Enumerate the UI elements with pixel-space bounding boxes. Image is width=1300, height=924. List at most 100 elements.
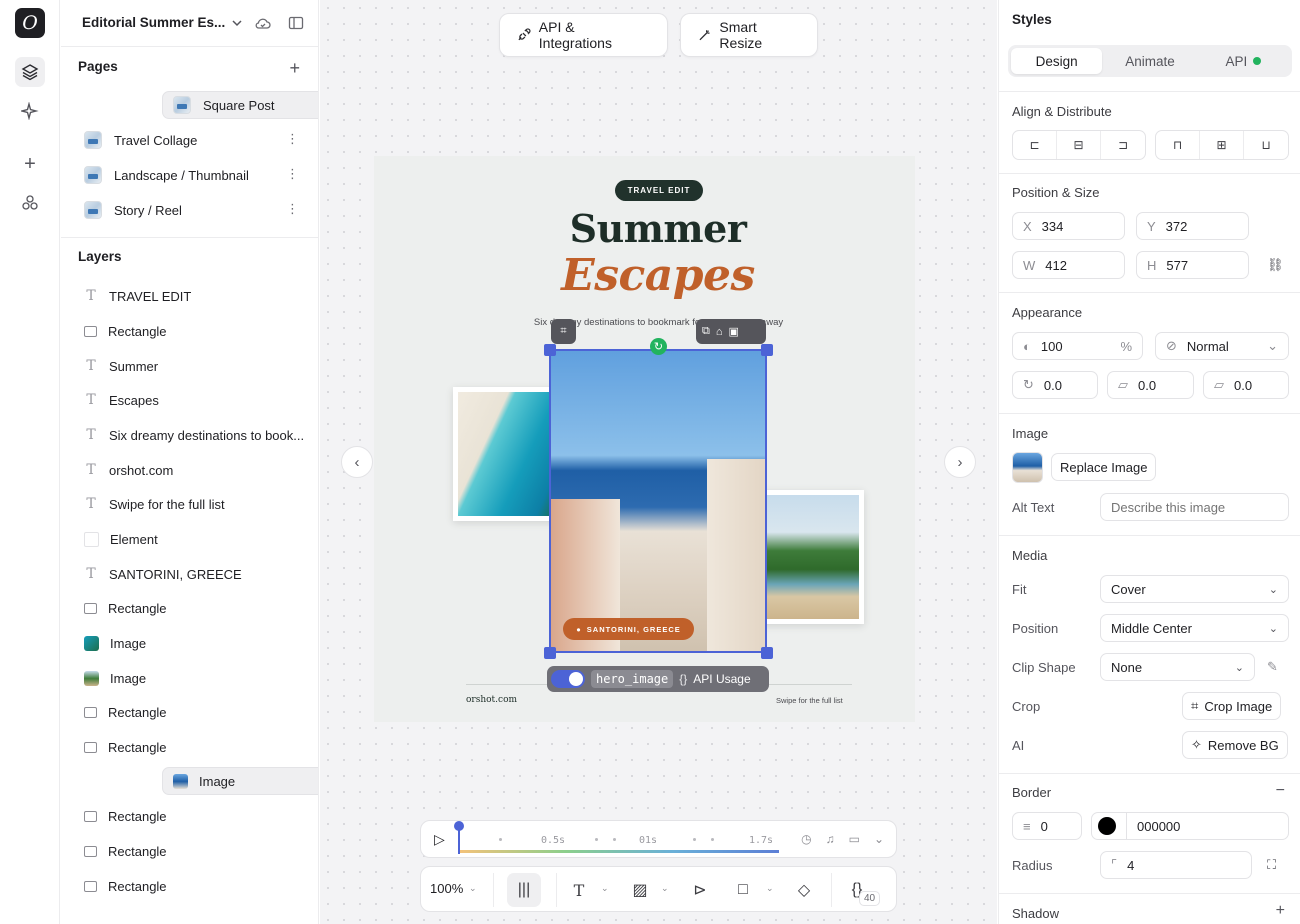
footer-left-text[interactable]: orshot.com xyxy=(466,695,517,705)
layer-item[interactable]: T Escapes xyxy=(78,385,311,415)
tab-animate[interactable]: Animate xyxy=(1104,48,1195,74)
page-item[interactable]: Landscape / Thumbnail ⋮ xyxy=(78,160,311,190)
align-bottom-icon[interactable]: ⊔ xyxy=(1244,131,1288,159)
add-icon[interactable]: + xyxy=(15,149,45,179)
layer-item[interactable]: Image xyxy=(78,663,311,693)
elements-tool-icon[interactable]: ◇ xyxy=(791,877,817,903)
sidebar-toggle-icon[interactable] xyxy=(288,15,304,31)
y-field[interactable]: Y 372 xyxy=(1136,212,1249,240)
resize-handle[interactable] xyxy=(544,647,556,659)
layer-item[interactable]: Element xyxy=(78,524,311,554)
video-tool-icon[interactable]: ⊳ xyxy=(687,877,713,903)
lock-icon[interactable]: ⌂ xyxy=(716,326,723,338)
align-right-icon[interactable]: ⊐ xyxy=(1101,131,1145,159)
align-left-icon[interactable]: ⊏ xyxy=(1013,131,1057,159)
travel-edit-badge[interactable]: TRAVEL EDIT xyxy=(615,180,703,201)
fit-select[interactable]: Cover ⌄ xyxy=(1100,575,1289,603)
layer-item[interactable]: Rectangle xyxy=(78,801,311,831)
layer-item[interactable]: Rectangle xyxy=(78,697,311,727)
smart-resize-button[interactable]: Smart Resize xyxy=(680,13,818,57)
tab-api[interactable]: API xyxy=(1198,48,1289,74)
layer-item[interactable]: T SANTORINI, GREECE xyxy=(78,559,311,589)
chevron-down-icon[interactable]: ⌄ xyxy=(601,883,609,894)
zoom-level[interactable]: 100% xyxy=(430,881,463,896)
resize-handle[interactable] xyxy=(544,344,556,356)
next-page-button[interactable]: › xyxy=(944,446,976,478)
project-switcher[interactable]: Editorial Summer Es... xyxy=(82,15,243,30)
image-tool-icon[interactable]: ▨ xyxy=(627,877,653,903)
layer-item[interactable]: T TRAVEL EDIT xyxy=(78,281,311,311)
timer-icon[interactable]: ◷ xyxy=(801,832,811,846)
color-swatch[interactable] xyxy=(1098,817,1116,835)
add-shadow-icon[interactable]: + xyxy=(1276,902,1285,920)
add-page-icon[interactable]: + xyxy=(289,58,300,79)
layer-item[interactable]: Image xyxy=(162,767,318,795)
app-logo[interactable]: O xyxy=(15,8,45,38)
title-summer[interactable]: Summer xyxy=(520,206,796,251)
play-icon[interactable]: ▷ xyxy=(434,831,445,848)
audio-wave-icon[interactable]: ||| xyxy=(507,873,541,907)
layer-item[interactable]: Rectangle xyxy=(78,593,311,623)
more-options-icon[interactable]: ⋮ xyxy=(286,202,299,216)
align-top-icon[interactable]: ⊓ xyxy=(1156,131,1200,159)
opacity-field[interactable]: ◐ 100% xyxy=(1012,332,1143,360)
resize-handle[interactable] xyxy=(761,647,773,659)
sparkle-ai-icon[interactable] xyxy=(15,96,45,126)
border-color-field[interactable]: 000000 xyxy=(1091,812,1289,840)
skew-x-field[interactable]: ▱ 0.0 xyxy=(1107,371,1194,399)
border-width-field[interactable]: ≡ 0 xyxy=(1012,812,1082,840)
layer-key[interactable]: hero_image xyxy=(591,670,674,688)
layer-item[interactable]: Image xyxy=(78,628,311,658)
remove-border-icon[interactable]: − xyxy=(1276,782,1285,800)
chevron-down-icon[interactable]: ⌄ xyxy=(469,883,477,894)
chevron-down-icon[interactable]: ⌄ xyxy=(661,883,669,894)
playhead[interactable] xyxy=(454,821,464,854)
api-integrations-button[interactable]: API & Integrations xyxy=(499,13,668,57)
rotate-icon[interactable]: ↻ xyxy=(650,338,667,355)
edit-pencil-icon[interactable]: ✎ xyxy=(1267,659,1278,675)
page-item[interactable]: Story / Reel ⋮ xyxy=(78,195,311,225)
footer-right-text[interactable]: Swipe for the full list xyxy=(776,696,843,705)
title-escapes[interactable]: Escapes xyxy=(520,250,796,301)
timeline-track[interactable]: 0.5s 01s 1.7s xyxy=(459,826,779,854)
clip-shape-select[interactable]: None ⌄ xyxy=(1100,653,1255,681)
layer-item[interactable]: Rectangle xyxy=(78,316,311,346)
unlink-ratio-icon[interactable]: ⛓ xyxy=(1267,257,1284,273)
more-options-icon[interactable]: ⋮ xyxy=(286,167,299,181)
align-center-icon[interactable]: ⊟ xyxy=(1057,131,1101,159)
height-field[interactable]: H 577 xyxy=(1136,251,1249,279)
duplicate-icon[interactable]: ⧉ xyxy=(702,325,710,338)
individual-corners-icon[interactable]: ⛶ xyxy=(1267,857,1276,873)
cloud-save-icon[interactable] xyxy=(254,15,272,31)
components-icon[interactable] xyxy=(15,188,45,218)
music-icon[interactable]: ♫ xyxy=(826,832,835,846)
position-select[interactable]: Middle Center ⌄ xyxy=(1100,614,1289,642)
prev-page-button[interactable]: ‹ xyxy=(341,446,373,478)
crop-image-button[interactable]: ⌗ Crop Image xyxy=(1182,692,1282,720)
more-options-icon[interactable]: ⋮ xyxy=(286,132,299,146)
layers-icon[interactable] xyxy=(15,57,45,87)
width-field[interactable]: W 412 xyxy=(1012,251,1125,279)
tab-design[interactable]: Design xyxy=(1011,48,1103,74)
align-middle-icon[interactable]: ⊞ xyxy=(1200,131,1244,159)
resize-handle[interactable] xyxy=(761,344,773,356)
radius-field[interactable]: ⌜ 4 xyxy=(1100,851,1252,879)
x-field[interactable]: X 334 xyxy=(1012,212,1125,240)
layer-item[interactable]: Rectangle xyxy=(78,732,311,762)
rotation-field[interactable]: ↻ 0.0 xyxy=(1012,371,1098,399)
dynamic-toggle[interactable] xyxy=(551,670,585,688)
text-tool-icon[interactable]: T xyxy=(566,877,592,903)
captions-icon[interactable]: ▭ xyxy=(849,832,860,846)
chevron-down-icon[interactable]: ⌄ xyxy=(874,832,884,846)
replace-image-button[interactable]: Replace Image xyxy=(1051,453,1157,481)
api-usage-link[interactable]: API Usage xyxy=(693,672,750,686)
crop-icon[interactable]: ⌗ xyxy=(551,319,576,344)
remove-bg-button[interactable]: ✧ Remove BG xyxy=(1182,731,1288,759)
layer-item[interactable]: T Six dreamy destinations to book... xyxy=(78,420,311,450)
trash-icon[interactable]: ▣ xyxy=(729,325,739,338)
layer-item[interactable]: T Swipe for the full list xyxy=(78,489,311,519)
layer-item[interactable]: T Summer xyxy=(78,351,311,381)
alt-text-input[interactable] xyxy=(1100,493,1289,521)
shape-tool-icon[interactable]: □ xyxy=(730,877,756,903)
page-item[interactable]: Travel Collage ⋮ xyxy=(78,125,311,155)
